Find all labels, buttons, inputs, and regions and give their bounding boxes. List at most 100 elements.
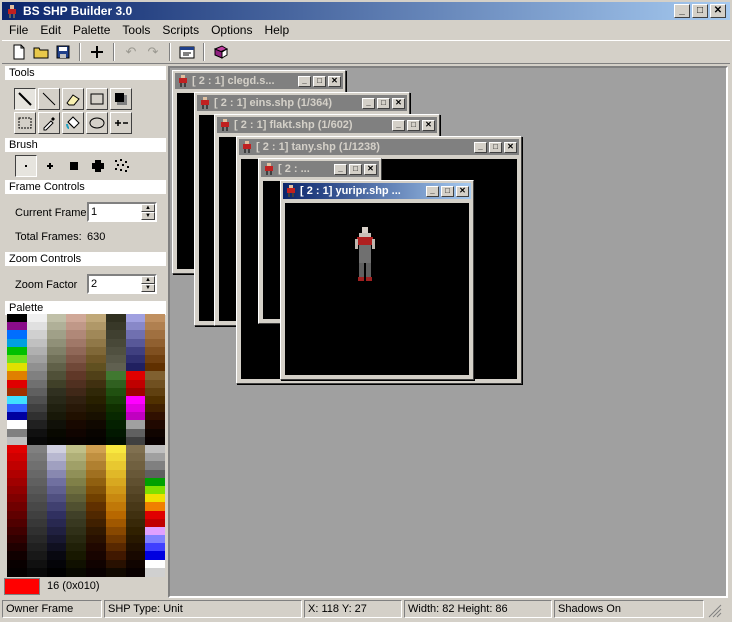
palette-swatch[interactable] [125, 567, 146, 577]
darken-lighten-tool-button[interactable] [110, 112, 132, 134]
minimize-button[interactable]: _ [674, 4, 690, 18]
brush-size-3-button[interactable] [63, 155, 85, 177]
close-button[interactable]: ✕ [422, 119, 435, 131]
minimize-button[interactable]: _ [362, 97, 375, 109]
minimize-button[interactable]: _ [334, 163, 347, 175]
maximize-button[interactable]: □ [692, 4, 708, 18]
child-title-bar[interactable]: [ 2 : 1] clegd.s... _ □ ✕ [175, 73, 343, 89]
title-bar[interactable]: BS SHP Builder 3.0 _ □ ✕ [2, 2, 730, 20]
spin-down-icon[interactable]: ▼ [141, 212, 155, 220]
brush-spray-button[interactable] [111, 155, 133, 177]
minimize-icon: _ [396, 120, 401, 129]
selected-color-swatch [4, 578, 40, 595]
save-disk-icon [56, 45, 70, 59]
menu-scripts[interactable]: Scripts [157, 23, 204, 37]
spray-pattern-icon [115, 159, 129, 172]
child-window-yuripr[interactable]: [ 2 : 1] yuripr.shp ... _ □ ✕ [280, 180, 474, 380]
shp-file-icon [221, 119, 229, 131]
eraser-tool-button[interactable] [62, 88, 84, 110]
zoom-factor-spinner[interactable]: 2 ▲ ▼ [87, 274, 157, 294]
spin-up-icon[interactable]: ▲ [141, 204, 155, 212]
line-tool-button[interactable] [38, 88, 60, 110]
menu-help[interactable]: Help [259, 23, 294, 37]
paint-bucket-icon [66, 116, 80, 129]
shp-canvas[interactable] [285, 203, 469, 375]
palette-swatch[interactable] [7, 567, 27, 577]
ellipse-tool-button[interactable] [86, 112, 108, 134]
maximize-button[interactable]: □ [349, 163, 362, 175]
help-book-button[interactable] [210, 42, 232, 62]
redo-button[interactable]: ↷ [142, 42, 164, 62]
size-grip-icon[interactable] [706, 600, 722, 618]
filled-rectangle-tool-button[interactable] [110, 88, 132, 110]
add-frame-button[interactable] [86, 42, 108, 62]
palette-swatch[interactable] [46, 567, 67, 577]
child-title-bar[interactable]: [ 2 : 1] eins.shp (1/364) _ □ ✕ [197, 95, 407, 111]
properties-button[interactable] [176, 42, 198, 62]
brush-dot-small-icon [25, 165, 27, 167]
new-file-button[interactable] [8, 42, 30, 62]
window-title: BS SHP Builder 3.0 [23, 4, 133, 18]
book-icon [213, 45, 229, 59]
palette-header: Palette [5, 301, 166, 315]
undo-button[interactable]: ↶ [120, 42, 142, 62]
menu-palette[interactable]: Palette [68, 23, 115, 37]
child-title-bar[interactable]: [ 2 : 1] tany.shp (1/1238) _ □ ✕ [239, 139, 519, 155]
total-frames-label: Total Frames: [15, 231, 82, 243]
menu-edit[interactable]: Edit [35, 23, 66, 37]
palette-swatch[interactable] [145, 567, 166, 577]
minimize-icon: _ [302, 76, 307, 85]
close-button[interactable]: ✕ [328, 75, 341, 87]
close-icon: ✕ [367, 164, 374, 173]
menu-options[interactable]: Options [206, 23, 257, 37]
color-picker-tool-button[interactable] [38, 112, 60, 134]
frame-controls-header: Frame Controls [5, 180, 166, 194]
minimize-button[interactable]: _ [392, 119, 405, 131]
maximize-icon: □ [493, 142, 498, 151]
palette-grid[interactable] [7, 314, 166, 577]
brush-size-1-button[interactable] [15, 155, 37, 177]
spin-down-icon[interactable]: ▼ [141, 284, 155, 292]
palette-swatch[interactable] [26, 567, 47, 577]
child-title-bar[interactable]: [ 2 : 1] flakt.shp (1/602) _ □ ✕ [217, 117, 437, 133]
maximize-button[interactable]: □ [441, 185, 454, 197]
minimize-button[interactable]: _ [426, 185, 439, 197]
close-button[interactable]: ✕ [364, 163, 377, 175]
eraser-icon [66, 94, 80, 106]
menu-tools[interactable]: Tools [117, 23, 155, 37]
spin-up-icon[interactable]: ▲ [141, 276, 155, 284]
maximize-button[interactable]: □ [489, 141, 502, 153]
child-title-bar[interactable]: [ 2 : ... _ □ ✕ [261, 161, 379, 177]
close-button[interactable]: ✕ [456, 185, 469, 197]
palette-swatch[interactable] [86, 567, 106, 577]
brush-size-2-button[interactable] [39, 155, 61, 177]
brush-size-4-button[interactable] [87, 155, 109, 177]
palette-swatch[interactable] [66, 567, 87, 577]
select-tool-button[interactable] [14, 112, 36, 134]
minimize-button[interactable]: _ [474, 141, 487, 153]
close-button[interactable]: ✕ [392, 97, 405, 109]
eyedropper-icon [43, 117, 55, 131]
maximize-button[interactable]: □ [377, 97, 390, 109]
maximize-button[interactable]: □ [313, 75, 326, 87]
maximize-button[interactable]: □ [407, 119, 420, 131]
open-file-button[interactable] [30, 42, 52, 62]
flood-fill-tool-button[interactable] [62, 112, 84, 134]
menu-bar: File Edit Palette Tools Scripts Options … [2, 20, 730, 39]
toolbar-separator [203, 43, 205, 61]
child-title-bar[interactable]: [ 2 : 1] yuripr.shp ... _ □ ✕ [283, 183, 471, 199]
current-frame-spinner[interactable]: 1 ▲ ▼ [87, 202, 157, 222]
palette-swatch[interactable] [105, 567, 126, 577]
close-button[interactable]: ✕ [504, 141, 517, 153]
close-button[interactable]: ✕ [710, 4, 726, 18]
minimize-button[interactable]: _ [298, 75, 311, 87]
shp-file-icon [179, 75, 187, 87]
close-icon: ✕ [507, 142, 514, 151]
rectangle-tool-button[interactable] [86, 88, 108, 110]
maximize-icon: □ [381, 98, 386, 107]
pencil-tool-button[interactable] [14, 88, 36, 110]
menu-file[interactable]: File [4, 23, 33, 37]
brush-header: Brush [5, 138, 166, 152]
app-icon [5, 4, 19, 18]
save-button[interactable] [52, 42, 74, 62]
